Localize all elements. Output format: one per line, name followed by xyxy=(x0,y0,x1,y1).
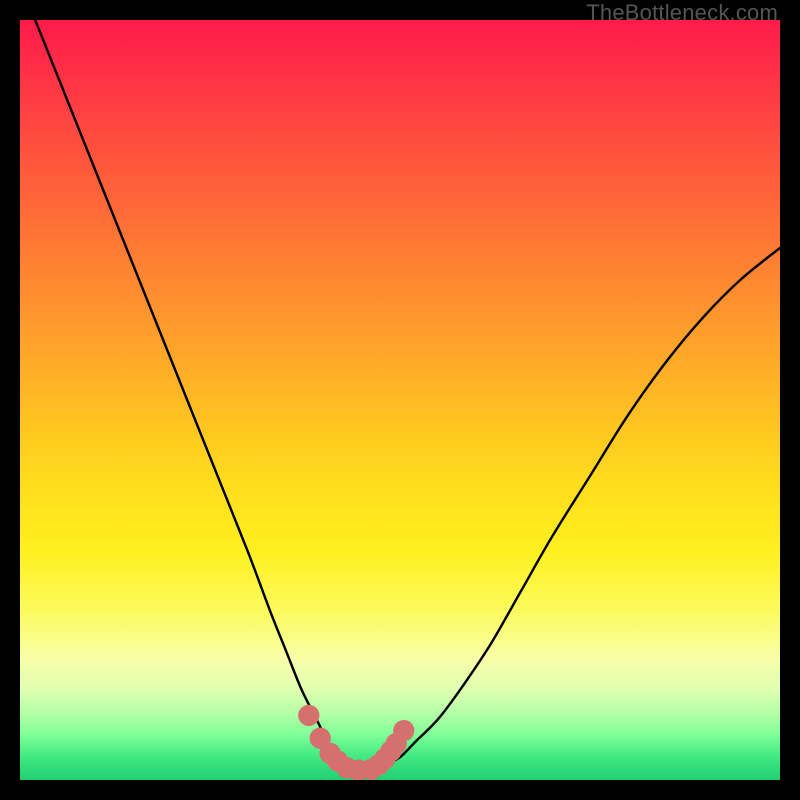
marker-dot xyxy=(298,705,319,726)
marker-dot xyxy=(393,720,414,741)
chart-svg xyxy=(20,20,780,780)
bottleneck-curve xyxy=(35,20,780,770)
chart-frame: TheBottleneck.com xyxy=(0,0,800,800)
plot-area xyxy=(20,20,780,780)
watermark-text: TheBottleneck.com xyxy=(586,0,778,26)
optimal-markers xyxy=(298,705,414,780)
